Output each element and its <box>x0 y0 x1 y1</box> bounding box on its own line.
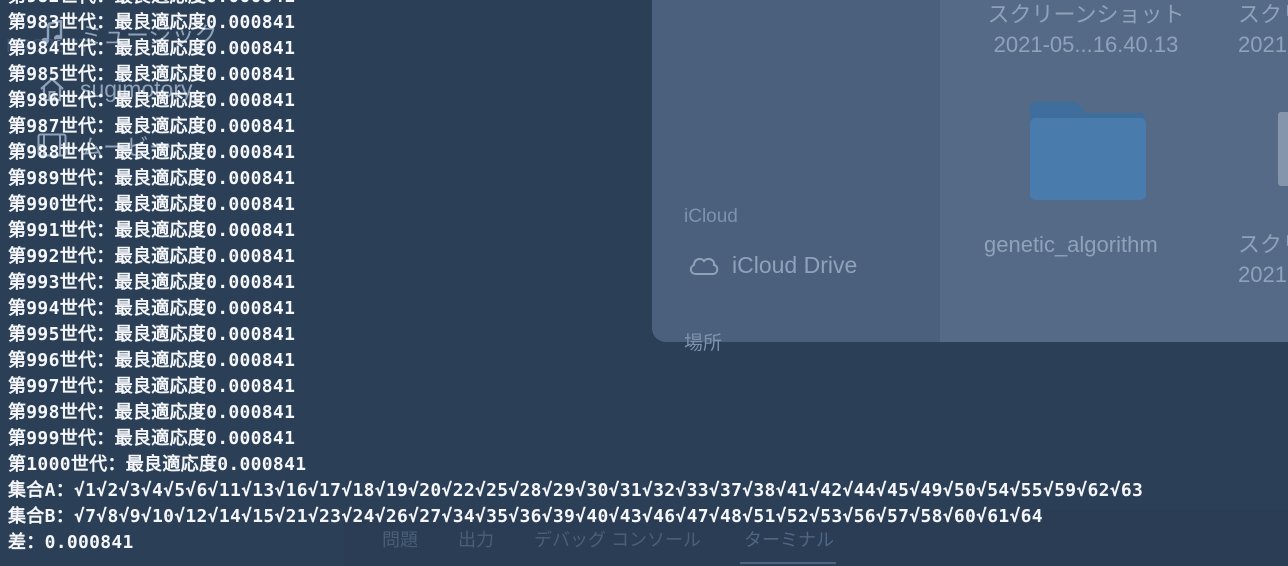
terminal-line: 第983世代：最良適応度0.000841 <box>8 12 296 33</box>
terminal-line: 第986世代：最良適応度0.000841 <box>8 90 296 111</box>
tab-active-indicator <box>740 562 836 564</box>
file-screenshot-3-name[interactable]: スクリ 2021 <box>1238 230 1288 290</box>
terminal-line: 第988世代：最良適応度0.000841 <box>8 142 296 163</box>
file-screenshot-2-name[interactable]: スクリ 2021 <box>1238 0 1288 60</box>
terminal-line: 第989世代：最良適応度0.000841 <box>8 168 296 189</box>
file-name-line1: スクリ <box>1238 232 1288 257</box>
terminal-line: 第994世代：最良適応度0.000841 <box>8 298 296 319</box>
terminal-line: 第996世代：最良適応度0.000841 <box>8 350 296 371</box>
terminal-line: 第990世代：最良適応度0.000841 <box>8 194 296 215</box>
terminal-line: 第999世代：最良適応度0.000841 <box>8 428 296 449</box>
file-name-line1: スクリ <box>1238 2 1288 27</box>
terminal-line: 第982世代：最良適応度0.000841 <box>8 0 1143 10</box>
terminal-output[interactable]: 第982世代：最良適応度0.000841 第983世代：最良適応度0.000841… <box>8 0 1143 556</box>
file-name-line2: 2021 <box>1238 32 1287 57</box>
terminal-line: 第993世代：最良適応度0.000841 <box>8 272 296 293</box>
terminal-line: 差：0.000841 <box>8 532 134 553</box>
terminal-line: 集合A：√1√2√3√4√5√6√11√13√16√17√18√19√20√22… <box>8 480 1144 501</box>
terminal-line: 第998世代：最良適応度0.000841 <box>8 402 296 423</box>
terminal-line: 第991世代：最良適応度0.000841 <box>8 220 296 241</box>
file-thumbnail-edge <box>1278 112 1288 186</box>
terminal-line: 第985世代：最良適応度0.000841 <box>8 64 296 85</box>
terminal-line: 第995世代：最良適応度0.000841 <box>8 324 296 345</box>
terminal-line: 集合B：√7√8√9√10√12√14√15√21√23√24√26√27√34… <box>8 506 1043 527</box>
terminal-line: 第984世代：最良適応度0.000841 <box>8 38 296 59</box>
terminal-line: 第997世代：最良適応度0.000841 <box>8 376 296 397</box>
terminal-line: 第1000世代：最良適応度0.000841 <box>8 454 307 475</box>
terminal-line: 第987世代：最良適応度0.000841 <box>8 116 296 137</box>
terminal-line: 第992世代：最良適応度0.000841 <box>8 246 296 267</box>
file-name-line2: 2021 <box>1238 262 1287 287</box>
